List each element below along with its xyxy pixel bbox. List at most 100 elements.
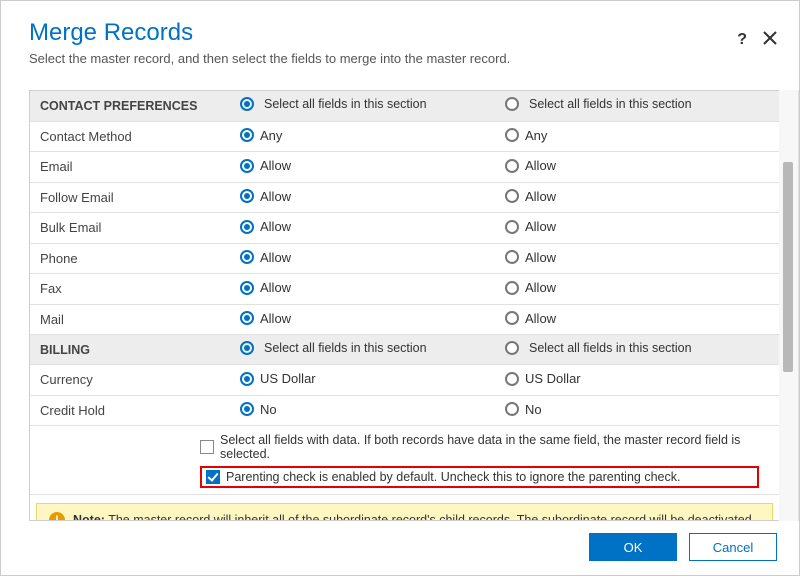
radio-icon — [240, 159, 254, 173]
field-label: Follow Email — [30, 182, 230, 213]
field-radio-subordinate[interactable]: US Dollar — [505, 371, 581, 386]
radio-icon — [505, 311, 519, 325]
dialog-subtitle: Select the master record, and then selec… — [29, 51, 771, 66]
field-label: Email — [30, 152, 230, 183]
field-value-master: Allow — [260, 250, 291, 265]
select-all-section-label: Select all fields in this section — [264, 97, 427, 111]
field-label: Bulk Email — [30, 213, 230, 244]
field-value-subordinate: Any — [525, 128, 547, 143]
field-label: Currency — [30, 365, 230, 396]
radio-icon — [240, 220, 254, 234]
select-all-section-a[interactable]: Select all fields in this section — [240, 97, 427, 111]
select-all-section-b[interactable]: Select all fields in this section — [505, 97, 692, 111]
bottom-options: Select all fields with data. If both rec… — [30, 426, 779, 495]
field-radio-master[interactable]: Allow — [240, 280, 291, 295]
field-row: Phone Allow Allow — [30, 243, 779, 274]
field-value-subordinate: Allow — [525, 189, 556, 204]
field-value-subordinate: Allow — [525, 280, 556, 295]
ok-button[interactable]: OK — [589, 533, 677, 561]
radio-icon — [505, 189, 519, 203]
select-all-section-a[interactable]: Select all fields in this section — [240, 341, 427, 355]
vertical-scrollbar[interactable] — [779, 90, 799, 521]
help-icon[interactable]: ? — [737, 32, 747, 48]
radio-icon — [240, 189, 254, 203]
field-row: Email Allow Allow — [30, 152, 779, 183]
parenting-check-checkbox[interactable] — [206, 470, 220, 484]
field-radio-master[interactable]: Allow — [240, 250, 291, 265]
radio-icon — [505, 159, 519, 173]
field-value-master: US Dollar — [260, 371, 316, 386]
cancel-button[interactable]: Cancel — [689, 533, 777, 561]
select-all-section-label: Select all fields in this section — [529, 341, 692, 355]
field-radio-master[interactable]: Allow — [240, 158, 291, 173]
merge-fields-table: CONTACT PREFERENCES Select all fields in … — [30, 91, 779, 426]
radio-icon — [240, 250, 254, 264]
merge-records-dialog: Merge Records Select the master record, … — [0, 0, 800, 576]
radio-icon — [505, 128, 519, 142]
field-label: Credit Hold — [30, 395, 230, 426]
field-radio-subordinate[interactable]: No — [505, 402, 542, 417]
radio-icon — [240, 281, 254, 295]
select-all-section-b[interactable]: Select all fields in this section — [505, 341, 692, 355]
field-label: Phone — [30, 243, 230, 274]
radio-icon — [240, 311, 254, 325]
field-radio-master[interactable]: Allow — [240, 311, 291, 326]
field-radio-subordinate[interactable]: Allow — [505, 158, 556, 173]
field-label: Fax — [30, 274, 230, 305]
field-row: Bulk Email Allow Allow — [30, 213, 779, 244]
field-radio-subordinate[interactable]: Allow — [505, 219, 556, 234]
field-value-master: Any — [260, 128, 282, 143]
field-radio-subordinate[interactable]: Any — [505, 128, 547, 143]
field-radio-master[interactable]: US Dollar — [240, 371, 316, 386]
section-header-row: BILLINGSelect all fields in this section… — [30, 335, 779, 365]
field-value-master: Allow — [260, 189, 291, 204]
field-radio-subordinate[interactable]: Allow — [505, 250, 556, 265]
select-all-data-checkbox-row[interactable]: Select all fields with data. If both rec… — [200, 430, 759, 464]
parenting-check-row[interactable]: Parenting check is enabled by default. U… — [200, 466, 759, 488]
field-value-subordinate: US Dollar — [525, 371, 581, 386]
fields-scroll-area[interactable]: CONTACT PREFERENCES Select all fields in … — [29, 90, 779, 521]
field-label: Mail — [30, 304, 230, 335]
field-value-master: Allow — [260, 158, 291, 173]
select-all-data-label: Select all fields with data. If both rec… — [220, 433, 759, 461]
warning-icon: ! — [49, 512, 65, 521]
select-all-section-label: Select all fields in this section — [529, 97, 692, 111]
dialog-header: Merge Records Select the master record, … — [1, 1, 799, 76]
note-text: Note: The master record will inherit all… — [73, 513, 755, 521]
field-radio-master[interactable]: No — [240, 402, 277, 417]
field-value-master: Allow — [260, 219, 291, 234]
dialog-footer: OK Cancel — [1, 521, 799, 575]
field-value-master: Allow — [260, 280, 291, 295]
radio-icon — [505, 341, 519, 355]
dialog-title: Merge Records — [29, 19, 771, 47]
field-value-master: Allow — [260, 311, 291, 326]
field-value-subordinate: No — [525, 402, 542, 417]
field-value-master: No — [260, 402, 277, 417]
section-name: CONTACT PREFERENCES — [30, 91, 230, 121]
field-value-subordinate: Allow — [525, 158, 556, 173]
field-radio-master[interactable]: Allow — [240, 219, 291, 234]
field-row: Fax Allow Allow — [30, 274, 779, 305]
close-icon[interactable] — [763, 31, 777, 49]
field-value-subordinate: Allow — [525, 250, 556, 265]
field-radio-subordinate[interactable]: Allow — [505, 311, 556, 326]
field-row: Currency US Dollar US Dollar — [30, 365, 779, 396]
select-all-section-label: Select all fields in this section — [264, 341, 427, 355]
section-header-row: CONTACT PREFERENCES Select all fields in … — [30, 91, 779, 121]
radio-icon — [240, 372, 254, 386]
radio-icon — [240, 97, 254, 111]
field-radio-subordinate[interactable]: Allow — [505, 280, 556, 295]
radio-icon — [505, 281, 519, 295]
scrollbar-thumb[interactable] — [783, 162, 793, 372]
field-radio-subordinate[interactable]: Allow — [505, 189, 556, 204]
select-all-data-checkbox[interactable] — [200, 440, 214, 454]
radio-icon — [505, 97, 519, 111]
field-radio-master[interactable]: Any — [240, 128, 282, 143]
note-banner: ! Note: The master record will inherit a… — [36, 503, 773, 521]
field-radio-master[interactable]: Allow — [240, 189, 291, 204]
field-row: Credit Hold No No — [30, 395, 779, 426]
field-row: Follow Email Allow Allow — [30, 182, 779, 213]
radio-icon — [505, 250, 519, 264]
field-label: Contact Method — [30, 121, 230, 152]
radio-icon — [240, 402, 254, 416]
